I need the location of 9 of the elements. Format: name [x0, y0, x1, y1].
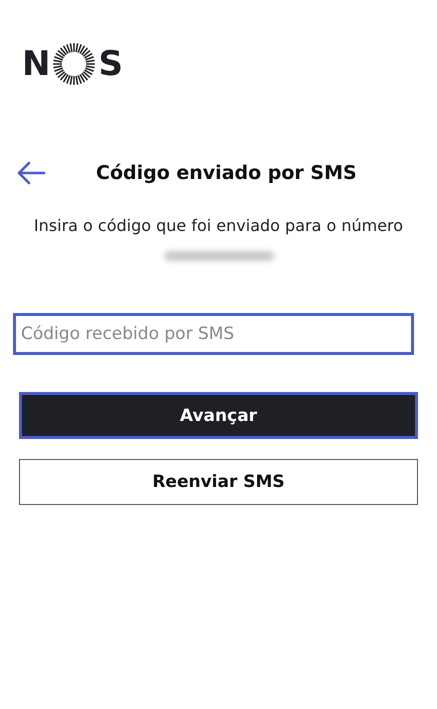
code-input-field[interactable]: Código recebido por SMS — [13, 313, 414, 355]
instruction-text: Insira o código que foi enviado para o número — [32, 216, 404, 235]
next-button[interactable]: Avançar — [19, 392, 418, 439]
resend-sms-button[interactable]: Reenviar SMS — [19, 459, 418, 505]
logo-letter: S — [98, 47, 123, 81]
page-title: Código enviado por SMS — [96, 162, 357, 184]
back-arrow-icon[interactable] — [16, 160, 48, 186]
logo-letter: N — [22, 47, 50, 81]
sunburst-logo-icon — [52, 42, 96, 86]
